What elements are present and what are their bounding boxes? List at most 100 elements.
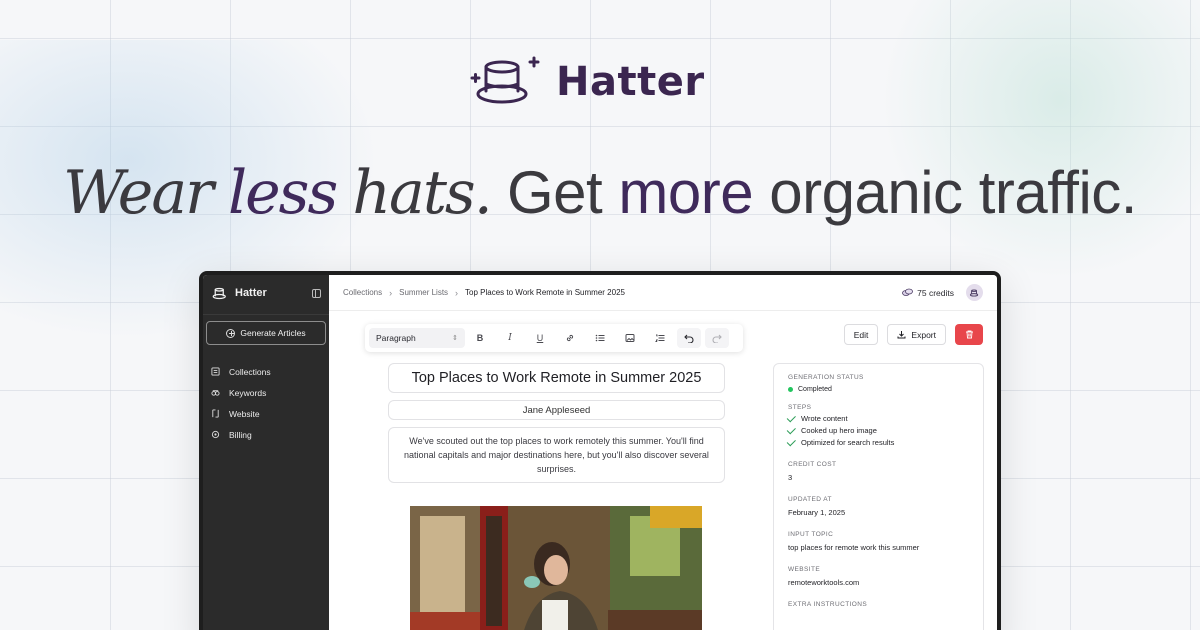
watercolor-wash-right [880, 0, 1200, 280]
generate-articles-label: Generate Articles [240, 328, 306, 338]
extra-instructions-label: EXTRA INSTRUCTIONS [788, 601, 868, 608]
sidebar-item-label: Billing [229, 429, 252, 440]
breadcrumb-current: Top Places to Work Remote in Summer 2025 [465, 288, 625, 297]
status-dot-icon [788, 387, 793, 392]
credit-cost-value: 3 [788, 473, 793, 482]
main-content: Collections › Summer Lists › Top Places … [329, 275, 997, 630]
sidebar-item-label: Collections [229, 366, 271, 377]
link-button[interactable] [555, 328, 585, 348]
sidebar-item-label: Keywords [229, 387, 267, 398]
sidebar-item-billing[interactable]: Billing [203, 424, 329, 445]
avatar[interactable] [966, 284, 983, 301]
keywords-icon [211, 390, 220, 396]
bullet-list-icon [595, 334, 605, 342]
headline-part-get: Get [506, 159, 603, 226]
plus-circle-icon [226, 328, 236, 338]
headline: Wear less hats. Get more organic traffic… [0, 158, 1200, 228]
export-label: Export [911, 329, 936, 340]
coins-icon [902, 288, 914, 296]
check-icon [786, 437, 796, 447]
headline-part-traffic: organic traffic. [769, 159, 1137, 226]
sidebar-divider [203, 314, 329, 315]
headline-part-hats: hats. [352, 158, 492, 228]
redo-icon [712, 334, 722, 343]
step-item: Cooked up hero image [786, 425, 969, 435]
sidebar-item-label: Website [229, 408, 260, 419]
numbered-list-button[interactable] [645, 328, 675, 348]
credit-cost-label: CREDIT COST [788, 461, 837, 468]
sidebar-item-collections[interactable]: Collections [203, 361, 329, 382]
headline-part-more: more [618, 159, 754, 226]
chevron-right-icon: › [455, 287, 459, 298]
trash-icon [965, 330, 973, 339]
article-author-field[interactable]: Jane Appleseed [388, 400, 725, 420]
bold-button[interactable]: B [465, 328, 495, 348]
step-label: Optimized for search results [801, 438, 895, 447]
italic-icon: I [508, 333, 512, 343]
bold-icon: B [476, 333, 484, 343]
check-icon [786, 413, 796, 423]
delete-button[interactable] [955, 324, 983, 345]
input-topic-label: INPUT TOPIC [788, 531, 834, 538]
sidebar-nav: Collections Keywords Website Billing [203, 361, 329, 445]
chevron-right-icon: › [389, 287, 393, 298]
edit-button[interactable]: Edit [843, 324, 879, 345]
sidebar-toggle-icon[interactable] [312, 288, 321, 298]
image-icon [625, 334, 635, 342]
billing-icon [211, 430, 220, 439]
brand-logo: Hatter [470, 56, 705, 108]
numbered-list-icon [655, 334, 665, 342]
website-value: remoteworktools.com [788, 578, 860, 587]
credits-indicator: 75 credits [902, 288, 954, 298]
sidebar-item-website[interactable]: Website [203, 403, 329, 424]
article-details-panel: GENERATION STATUS Completed STEPS Wrote … [773, 363, 984, 630]
download-icon [897, 331, 906, 339]
brand-name: Hatter [556, 59, 705, 105]
generation-status: Completed [788, 386, 969, 393]
top-hat-icon [470, 56, 540, 104]
undo-button[interactable] [677, 328, 701, 348]
underline-icon: U [536, 333, 544, 343]
top-hat-icon [212, 287, 226, 299]
breadcrumb-summer-lists[interactable]: Summer Lists [399, 288, 448, 297]
check-icon [786, 425, 796, 435]
underline-button[interactable]: U [525, 328, 555, 348]
redo-button[interactable] [705, 328, 729, 348]
generate-articles-button[interactable]: Generate Articles [206, 321, 326, 345]
breadcrumb-collections[interactable]: Collections [343, 288, 382, 297]
article-title-field[interactable]: Top Places to Work Remote in Summer 2025 [388, 363, 725, 393]
input-topic-value: top places for remote work this summer [788, 543, 920, 552]
website-icon [212, 409, 219, 418]
export-button[interactable]: Export [887, 324, 946, 345]
italic-button[interactable]: I [495, 328, 525, 348]
bullet-list-button[interactable] [585, 328, 615, 348]
link-icon [566, 334, 574, 342]
block-type-select[interactable]: Paragraph ⇕ [369, 328, 465, 348]
undo-icon [684, 334, 694, 343]
chevron-updown-icon: ⇕ [452, 335, 458, 342]
hero-image [410, 506, 702, 630]
image-button[interactable] [615, 328, 645, 348]
credits-label: 75 credits [917, 287, 954, 298]
sidebar-item-keywords[interactable]: Keywords [203, 382, 329, 403]
steps-list: Wrote content Cooked up hero image Optim… [786, 413, 969, 447]
article-actions: Edit Export [843, 324, 983, 345]
topbar: Collections › Summer Lists › Top Places … [329, 275, 997, 311]
generation-status-value: Completed [798, 386, 832, 393]
app-window: Hatter Generate Articles Collections Key… [199, 271, 1001, 630]
step-label: Cooked up hero image [801, 426, 877, 435]
step-item: Optimized for search results [786, 437, 969, 447]
headline-part-less: less [227, 158, 338, 228]
collections-icon [211, 367, 220, 376]
block-type-value: Paragraph [376, 333, 416, 343]
sidebar-header: Hatter [203, 275, 329, 311]
top-hat-icon [969, 288, 979, 297]
article-summary-field[interactable]: We've scouted out the top places to work… [388, 427, 725, 483]
sidebar: Hatter Generate Articles Collections Key… [203, 275, 329, 630]
step-item: Wrote content [786, 413, 969, 423]
headline-part-wear: Wear [63, 158, 214, 228]
updated-at-value: February 1, 2025 [788, 508, 846, 517]
article-editor: Top Places to Work Remote in Summer 2025… [388, 363, 725, 490]
step-label: Wrote content [801, 414, 848, 423]
generation-status-label: GENERATION STATUS [788, 374, 864, 381]
